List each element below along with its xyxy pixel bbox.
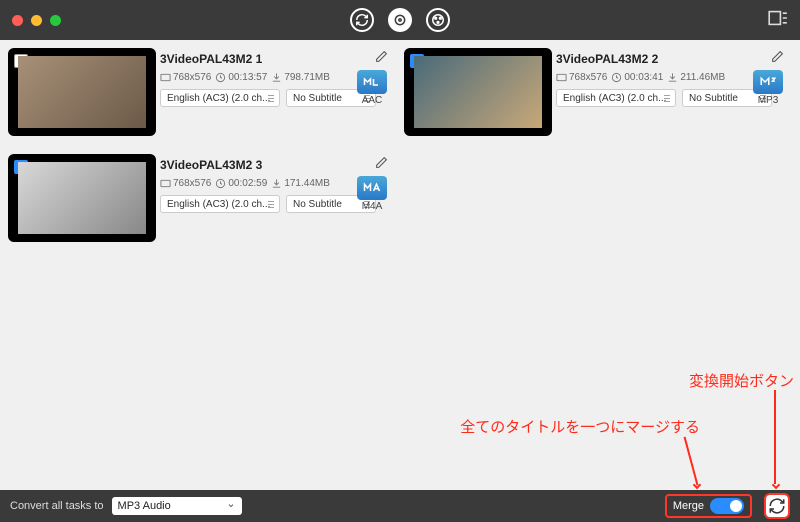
thumbnail-wrap[interactable]: ✓: [404, 48, 552, 136]
global-format-select[interactable]: MP3 Audio: [112, 497, 242, 515]
audio-track-select[interactable]: English (AC3) (2.0 ch...: [556, 89, 676, 107]
edit-icon[interactable]: [375, 50, 388, 68]
audio-track-select[interactable]: English (AC3) (2.0 ch...: [160, 89, 280, 107]
edit-icon[interactable]: [771, 50, 784, 68]
thumbnail: [18, 56, 146, 128]
window-controls: [12, 15, 61, 26]
tab-video-icon[interactable]: [426, 8, 450, 32]
edit-icon[interactable]: [375, 156, 388, 174]
thumbnail-wrap[interactable]: ✓: [8, 154, 156, 242]
format-icon: [357, 176, 387, 200]
thumbnail: [414, 56, 542, 128]
output-format-button[interactable]: AAC: [354, 70, 390, 106]
merge-control: Merge: [665, 494, 752, 518]
maximize-window[interactable]: [50, 15, 61, 26]
format-label: AAC: [354, 95, 390, 106]
minimize-window[interactable]: [31, 15, 42, 26]
filesize: 211.46MB: [667, 72, 725, 83]
video-card: ✓ 3VideoPAL43M2 2 768x576 00:03:41 211.4…: [404, 48, 790, 144]
format-label: MP3: [750, 95, 786, 106]
mode-tabs: [350, 8, 450, 32]
bottombar: Convert all tasks to MP3 Audio Merge: [0, 490, 800, 522]
output-format-button[interactable]: MP3: [750, 70, 786, 106]
filesize: 171.44MB: [271, 178, 330, 189]
resolution: 768x576: [160, 72, 211, 83]
convert-start-button[interactable]: [764, 493, 790, 519]
tab-convert-icon[interactable]: [350, 8, 374, 32]
video-card: ✓ 3VideoPAL43M2 3 768x576 00:02:59 171.4…: [8, 154, 394, 250]
thumbnail-wrap[interactable]: [8, 48, 156, 136]
audio-track-select[interactable]: English (AC3) (2.0 ch...: [160, 195, 280, 213]
resolution: 768x576: [160, 178, 211, 189]
output-format-button[interactable]: M4A: [354, 176, 390, 212]
video-title: 3VideoPAL43M2 2: [556, 52, 658, 66]
thumbnail: [18, 162, 146, 234]
video-title: 3VideoPAL43M2 3: [160, 158, 262, 172]
duration: 00:03:41: [611, 72, 663, 83]
video-title: 3VideoPAL43M2 1: [160, 52, 262, 66]
tab-disc-icon[interactable]: [388, 8, 412, 32]
close-window[interactable]: [12, 15, 23, 26]
merge-toggle[interactable]: [710, 498, 744, 514]
format-label: M4A: [354, 201, 390, 212]
layout-toggle-icon[interactable]: [768, 10, 788, 31]
video-card: 3VideoPAL43M2 1 768x576 00:13:57 798.71M…: [8, 48, 394, 144]
convert-all-label: Convert all tasks to: [10, 500, 104, 512]
filesize: 798.71MB: [271, 72, 330, 83]
titlebar: [0, 0, 800, 40]
merge-label: Merge: [673, 500, 704, 512]
resolution: 768x576: [556, 72, 607, 83]
duration: 00:13:57: [215, 72, 267, 83]
format-icon: [753, 70, 783, 94]
format-icon: [357, 70, 387, 94]
duration: 00:02:59: [215, 178, 267, 189]
video-list: 3VideoPAL43M2 1 768x576 00:13:57 798.71M…: [0, 40, 800, 490]
